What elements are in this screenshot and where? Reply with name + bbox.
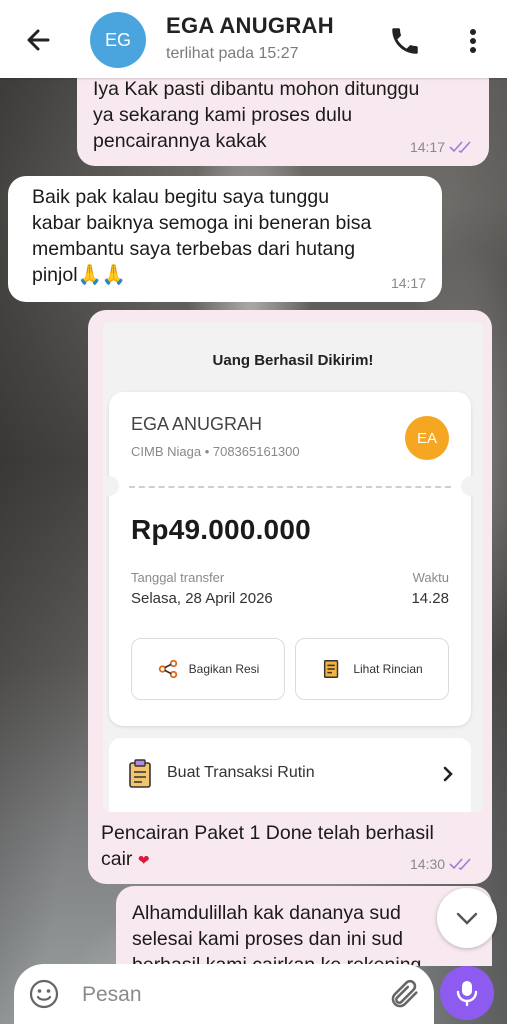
recurring-transaction-label: Buat Transaksi Rutin [167,764,315,781]
back-arrow-icon[interactable] [20,22,56,58]
view-details-button: Lihat Rincian [295,638,449,700]
contact-name[interactable]: EGA ANUGRAH [166,13,334,39]
last-seen-status: terlihat pada 15:27 [166,45,299,62]
transfer-time-label: Waktu [412,570,449,585]
message-bubble-incoming[interactable]: Baik pak kalau begitu saya tunggu kabar … [8,176,442,302]
microphone-icon [456,981,478,1007]
share-receipt-label: Bagikan Resi [188,662,260,676]
transfer-receipt-image[interactable]: Uang Berhasil Dikirim! EGA ANUGRAH CIMB … [103,322,483,812]
message-text: Alhamdulillah kak dananya sud selesai ka… [132,902,422,966]
ticket-notch [103,476,119,496]
heart-icon: ❤ [137,852,150,868]
more-options-icon[interactable] [458,24,488,58]
recipient-initials: EA [416,429,437,447]
avatar-initials: EG [104,29,131,50]
message-bubble-outgoing[interactable]: Alhamdulillah kak dananya sud selesai ka… [116,886,492,966]
recipient-avatar: EA [405,416,449,460]
double-check-icon [449,858,471,870]
transfer-date-label: Tanggal transfer [131,570,225,585]
message-time: 14:30 [410,856,446,872]
message-time: 14:17 [409,139,445,155]
chat-header: EG EGA ANUGRAH terlihat pada 15:27 [0,0,507,78]
chevron-down-icon [456,912,478,925]
view-details-label: Lihat Rincian [353,662,423,676]
transfer-amount: Rp49.000.000 [131,514,311,545]
dashed-divider [129,486,451,488]
microphone-button[interactable] [440,966,494,1020]
share-icon [158,659,177,679]
recipient-name: EGA ANUGRAH [131,414,263,434]
clipboard-icon [129,759,151,788]
recipient-bank: CIMB Niaga • 708365161300 [131,444,300,459]
message-meta: 14:17 [391,270,426,296]
double-check-icon [449,141,471,153]
message-text: Baik pak kalau begitu saya tunggu kabar … [32,186,372,286]
chevron-right-icon [443,766,453,782]
share-receipt-button: Bagikan Resi [131,638,285,700]
paperclip-icon[interactable] [388,976,422,1012]
image-caption: Pencairan Paket 1 Done telah berhasil ca… [101,820,434,873]
message-meta: 14:30 [410,856,475,872]
contact-avatar[interactable]: EG [90,12,146,68]
receipt-title: Uang Berhasil Dikirim! [212,352,374,369]
transfer-time: 14.28 [411,590,449,607]
message-composer [14,964,434,1024]
receipt-card: EGA ANUGRAH CIMB Niaga • 708365161300 EA… [103,392,481,726]
ticket-notch [461,476,481,496]
emoji-icon[interactable] [28,978,60,1010]
transfer-date: Selasa, 28 April 2026 [131,590,273,607]
receipt-icon [324,660,339,678]
message-time: 14:17 [390,275,426,291]
scroll-to-bottom-button[interactable] [437,888,497,948]
caption-text: Pencairan Paket 1 Done telah berhasil ca… [101,822,434,870]
recurring-transaction-row: Buat Transaksi Rutin [109,738,471,812]
message-input[interactable] [80,978,374,1012]
message-meta: 14:17 [410,134,475,160]
phone-call-icon[interactable] [388,24,422,58]
